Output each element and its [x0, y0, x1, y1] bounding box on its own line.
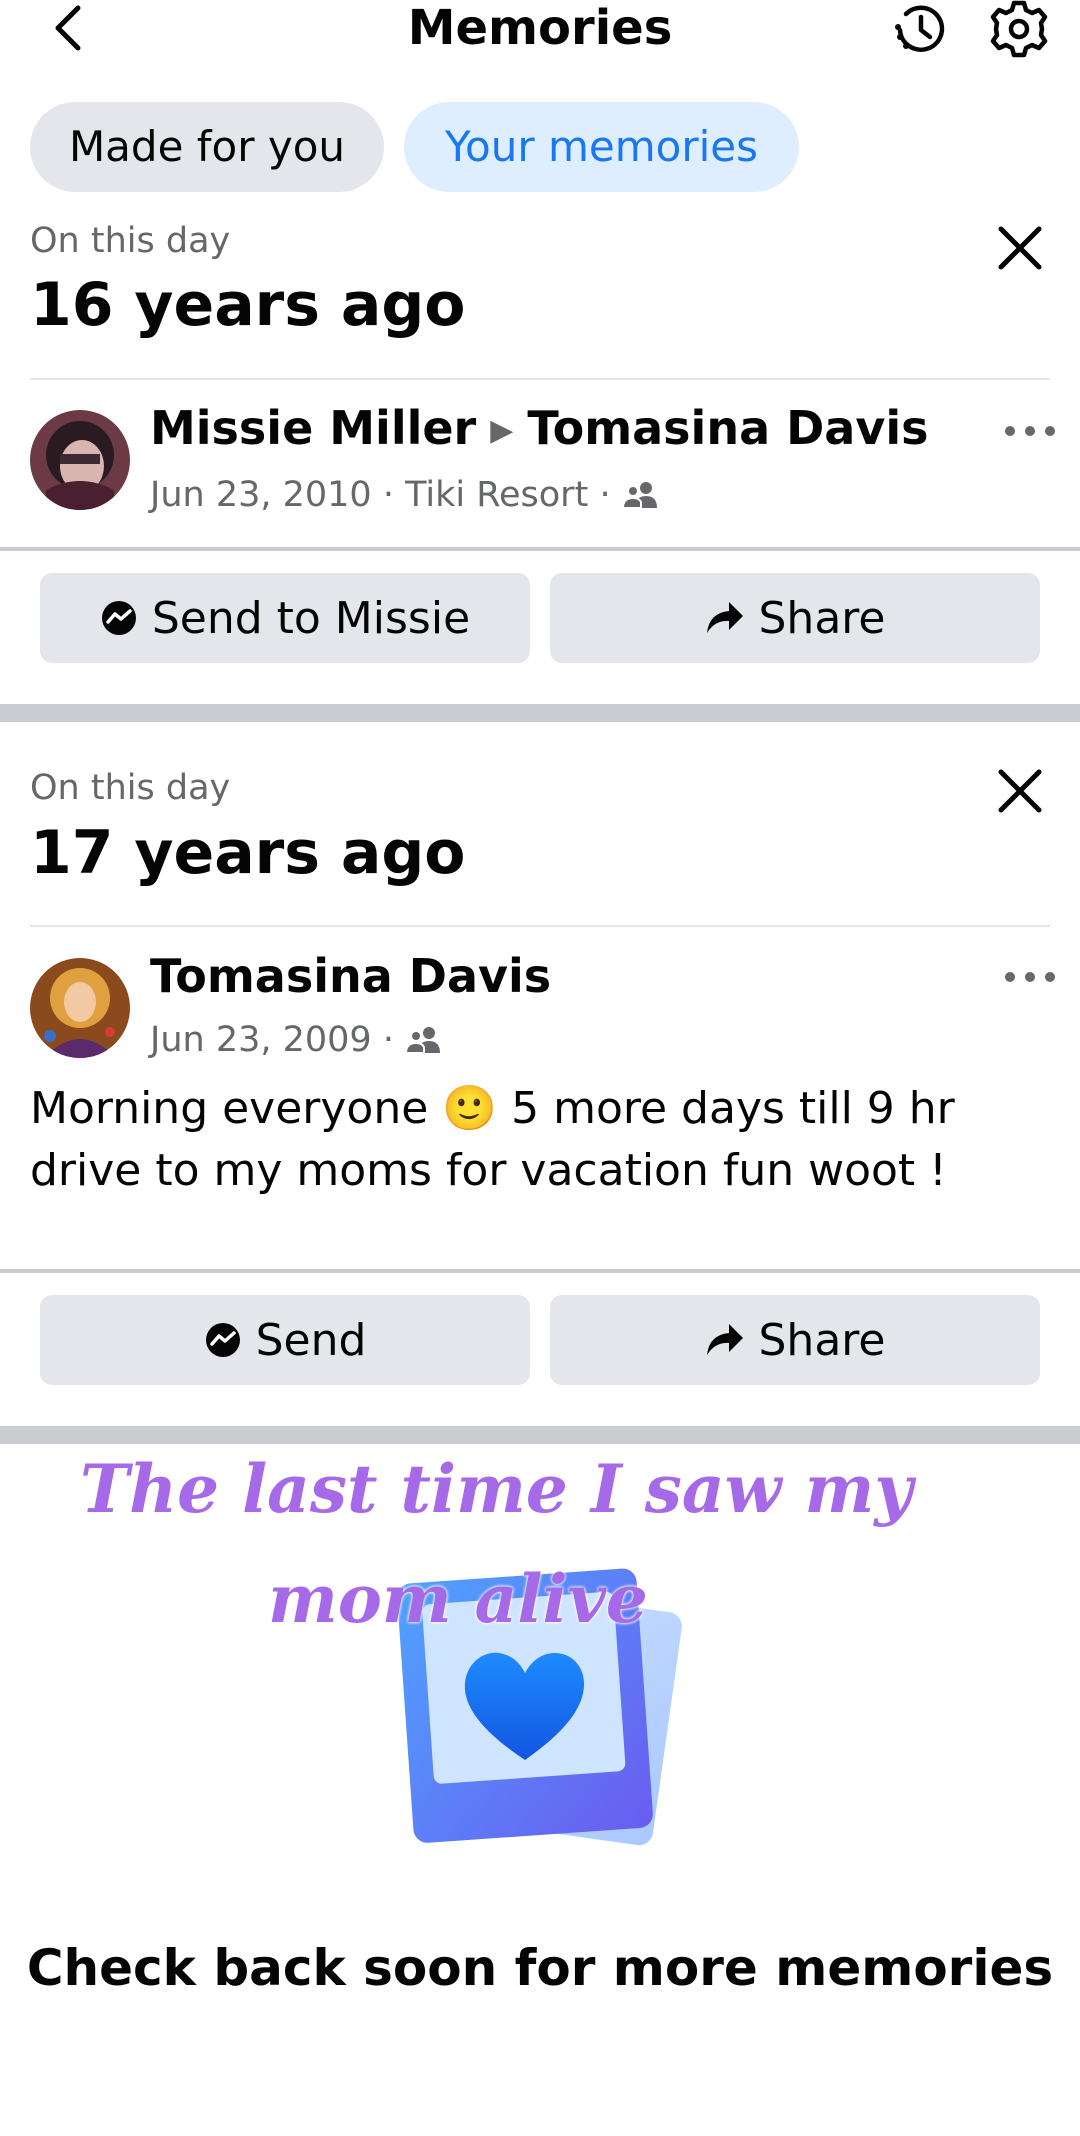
- more-options-button[interactable]: [1000, 962, 1060, 992]
- share-button[interactable]: Share: [550, 573, 1040, 663]
- divider: [0, 547, 1080, 551]
- share-arrow-icon: [705, 600, 745, 636]
- post-text-start: Morning everyone: [30, 1083, 429, 1134]
- history-clock-icon: [895, 5, 945, 52]
- friends-icon: [621, 482, 657, 509]
- post-date[interactable]: Jun 23, 2010: [150, 475, 372, 515]
- settings-button[interactable]: [988, 0, 1050, 58]
- send-button[interactable]: Send: [40, 1295, 530, 1385]
- avatar[interactable]: [30, 410, 130, 510]
- close-icon: [998, 769, 1042, 813]
- messenger-icon: [100, 599, 138, 637]
- memory-years-ago: 17 years ago: [30, 818, 466, 888]
- post-meta: Jun 23, 2010 · Tiki Resort ·: [150, 473, 660, 517]
- button-label: Share: [758, 592, 886, 644]
- meta-separator: ·: [382, 475, 394, 515]
- overlay-caption-line-2: mom alive: [268, 1560, 648, 1638]
- share-arrow-icon: [705, 1322, 745, 1358]
- friends-icon: [405, 1027, 441, 1054]
- post-meta: Jun 23, 2009 ·: [150, 1018, 443, 1062]
- button-label: Share: [758, 1314, 886, 1366]
- meta-separator: ·: [599, 475, 611, 515]
- memory-eyebrow: On this day: [30, 768, 231, 808]
- divider: [30, 378, 1050, 380]
- share-button[interactable]: Share: [550, 1295, 1040, 1385]
- gear-icon: [990, 0, 1048, 58]
- section-divider: [0, 1426, 1080, 1444]
- post-date[interactable]: Jun 23, 2009: [150, 1020, 372, 1060]
- more-options-button[interactable]: [1000, 416, 1060, 446]
- dismiss-memory-button[interactable]: [991, 219, 1049, 277]
- messenger-icon: [204, 1321, 242, 1359]
- section-divider: [0, 704, 1080, 722]
- post-text: Morning everyone 🙂 5 more days till 9 hr…: [30, 1078, 1050, 1202]
- button-label: Send: [255, 1314, 367, 1366]
- post-location[interactable]: Tiki Resort: [405, 475, 588, 515]
- more-horizontal-icon: [1005, 972, 1055, 982]
- more-horizontal-icon: [1005, 426, 1055, 436]
- tab-your-memories[interactable]: Your memories: [404, 102, 799, 192]
- divider: [30, 925, 1050, 927]
- post-header: Missie Miller ▶ Tomasina Davis: [150, 400, 928, 459]
- overlay-caption-line-1: The last time I saw my: [80, 1450, 913, 1528]
- memory-years-ago: 16 years ago: [30, 270, 466, 340]
- history-button[interactable]: [888, 0, 950, 58]
- button-label: Send to Missie: [151, 592, 471, 644]
- profile-photo: [30, 410, 130, 510]
- smile-emoji: 🙂: [442, 1083, 498, 1134]
- arrow-right-icon: ▶: [490, 413, 514, 448]
- author-name[interactable]: Tomasina Davis: [150, 948, 551, 1004]
- avatar[interactable]: [30, 958, 130, 1058]
- send-to-missie-button[interactable]: Send to Missie: [40, 573, 530, 663]
- author-name[interactable]: Missie Miller: [150, 401, 476, 455]
- empty-state-message: Check back soon for more memories: [26, 1939, 1054, 1997]
- dismiss-memory-button[interactable]: [991, 762, 1049, 820]
- meta-separator: ·: [382, 1020, 394, 1060]
- tab-made-for-you[interactable]: Made for you: [30, 102, 384, 192]
- memory-eyebrow: On this day: [30, 221, 231, 261]
- profile-photo: [30, 958, 130, 1058]
- recipient-name[interactable]: Tomasina Davis: [527, 401, 928, 455]
- divider: [0, 1269, 1080, 1273]
- close-icon: [998, 226, 1042, 270]
